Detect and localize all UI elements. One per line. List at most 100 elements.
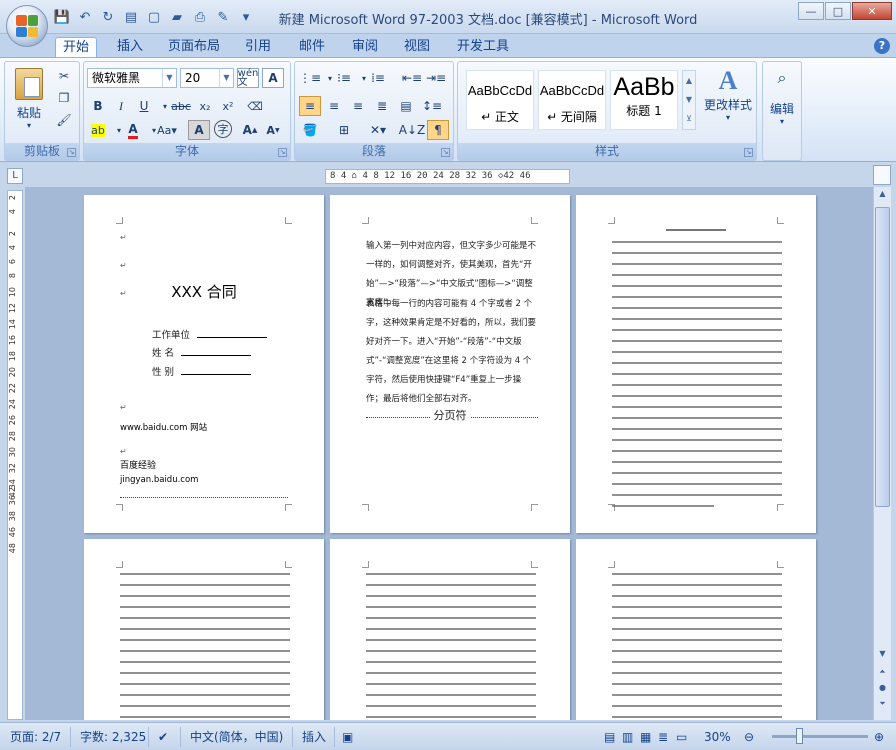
subscript-icon[interactable]: x₂: [194, 96, 216, 116]
restore-button[interactable]: □: [825, 2, 851, 20]
style-normal[interactable]: AaBbCcDd ↵ 正文: [466, 70, 534, 130]
copy-icon[interactable]: ❐: [53, 88, 75, 108]
style-no-spacing[interactable]: AaBbCcDd ↵ 无间隔: [538, 70, 606, 130]
full-screen-reading-icon[interactable]: ▥: [622, 728, 633, 746]
scroll-up-icon[interactable]: ▲: [875, 189, 890, 205]
scroll-down-icon[interactable]: ▼: [875, 649, 890, 665]
editing-button[interactable]: ⌕ 编辑 ▾: [765, 66, 799, 126]
field-work-unit: 工作单位: [152, 329, 268, 343]
office-button[interactable]: [6, 5, 48, 47]
page-2[interactable]: 输入第一列中对应内容，但文字多少可能是不一样的，如何调整对齐，使其美观，首先“开…: [330, 195, 570, 533]
document-workspace[interactable]: ↵ ↵ ↵ XXX 合同 工作单位 姓 名 性 别 ↵ www.baidu.com …: [25, 187, 873, 720]
align-center-icon[interactable]: ≡: [323, 96, 345, 116]
paste-button[interactable]: 粘贴 ▾: [11, 66, 47, 136]
character-shading-icon[interactable]: A: [188, 120, 210, 140]
font-launcher-icon[interactable]: ↘: [278, 148, 287, 157]
bold-icon[interactable]: B: [87, 96, 109, 116]
tab-home[interactable]: 开始: [55, 37, 97, 58]
sort-icon[interactable]: A↓Z: [399, 120, 425, 140]
grow-font-icon[interactable]: A ▲: [239, 120, 261, 140]
justify-icon[interactable]: ≣: [371, 96, 393, 116]
vertical-ruler[interactable]: 2 4 2 4 6 8 10 12 14 16 18 20 22 24 26 2…: [7, 190, 23, 720]
insert-mode[interactable]: 插入: [302, 728, 326, 746]
style-normal-name: ↵ 正文: [481, 110, 519, 124]
zoom-in-icon[interactable]: ⊕: [874, 728, 884, 746]
strikethrough-icon[interactable]: abc: [170, 96, 192, 116]
italic-icon[interactable]: I: [110, 96, 132, 116]
font-size-combo[interactable]: 20 ▼: [180, 68, 234, 88]
styles-group: AaBbCcDd ↵ 正文 AaBbCcDd ↵ 无间隔 AaBb 标题 1 ▲…: [457, 61, 757, 161]
zoom-slider[interactable]: [772, 735, 868, 738]
underline-icon[interactable]: U: [133, 96, 155, 116]
tab-developer[interactable]: 开发工具: [450, 37, 516, 58]
align-left-icon[interactable]: ≡: [299, 96, 321, 116]
previous-page-icon[interactable]: ⏶: [875, 667, 890, 683]
minimize-button[interactable]: —: [798, 2, 824, 20]
web-layout-icon[interactable]: ▦: [640, 728, 651, 746]
view-ruler-icon[interactable]: [873, 165, 891, 185]
style-heading-1[interactable]: AaBb 标题 1: [610, 70, 678, 130]
styles-scroll[interactable]: ▲ ▼ ⊻: [682, 70, 696, 130]
print-layout-icon[interactable]: ▤: [604, 728, 615, 746]
borders-icon[interactable]: ⊞: [333, 120, 355, 140]
paragraph-launcher-icon[interactable]: ↘: [441, 148, 450, 157]
page-4[interactable]: [84, 539, 324, 720]
enclose-characters-icon[interactable]: 字: [214, 120, 232, 138]
outline-icon[interactable]: ≣: [658, 728, 668, 746]
shading-icon[interactable]: 🪣: [299, 120, 321, 140]
horizontal-ruler[interactable]: 8 4 ⌂ 4 8 12 16 20 24 28 32 36 ◇42 46: [325, 169, 570, 184]
word-count[interactable]: 字数: 2,325: [80, 728, 146, 746]
numbering-icon[interactable]: ⁝≡: [333, 68, 355, 88]
format-painter-brush-icon[interactable]: 🖌: [53, 110, 75, 130]
styles-launcher-icon[interactable]: ↘: [744, 148, 753, 157]
tab-review[interactable]: 审阅: [345, 37, 385, 58]
close-button[interactable]: ✕: [852, 2, 892, 20]
tab-references[interactable]: 引用: [238, 37, 278, 58]
show-marks-icon[interactable]: ¶: [427, 120, 449, 140]
tab-view[interactable]: 视图: [397, 37, 437, 58]
distributed-icon[interactable]: ▤: [395, 96, 417, 116]
tab-selector-icon[interactable]: L: [7, 168, 23, 184]
shrink-font-icon[interactable]: A ▼: [262, 120, 284, 140]
zoom-level[interactable]: 30%: [704, 728, 731, 746]
draft-icon[interactable]: ▭: [676, 728, 687, 746]
tab-insert[interactable]: 插入: [110, 37, 150, 58]
zoom-out-icon[interactable]: ⊖: [744, 728, 754, 746]
decrease-indent-icon[interactable]: ⇤≡: [401, 68, 423, 88]
vertical-scrollbar[interactable]: ▲ ▼ ⏶ ● ⏷: [873, 187, 891, 720]
tab-mailings[interactable]: 邮件: [292, 37, 332, 58]
scroll-thumb[interactable]: [875, 207, 890, 507]
page-count[interactable]: 页面: 2/7: [10, 728, 61, 746]
font-color-icon[interactable]: A: [122, 120, 144, 140]
bullets-icon[interactable]: ⋮≡: [299, 68, 321, 88]
increase-indent-icon[interactable]: ⇥≡: [425, 68, 447, 88]
multilevel-list-icon[interactable]: ⁞≡: [367, 68, 389, 88]
macro-record-icon[interactable]: ▣: [342, 728, 353, 746]
window-title: 新建 Microsoft Word 97-2003 文档.doc [兼容模式] …: [278, 13, 698, 28]
font-name-combo[interactable]: 微软雅黑 ▼: [87, 68, 177, 88]
change-styles-button[interactable]: A 更改样式 ▾: [702, 66, 754, 122]
page-1[interactable]: ↵ ↵ ↵ XXX 合同 工作单位 姓 名 性 别 ↵ www.baidu.com …: [84, 195, 324, 533]
tab-page-layout[interactable]: 页面布局: [162, 37, 226, 58]
character-border-icon[interactable]: A: [262, 68, 284, 88]
page-5[interactable]: [330, 539, 570, 720]
select-browse-object-icon[interactable]: ●: [875, 683, 890, 699]
clipboard-launcher-icon[interactable]: ↘: [67, 148, 76, 157]
change-case-icon[interactable]: Aa▾: [156, 120, 178, 140]
contract-title: XXX 合同: [171, 283, 237, 301]
chinese-layout-icon[interactable]: ✕▾: [367, 120, 389, 140]
line-spacing-icon[interactable]: ↕≡: [421, 96, 443, 116]
align-right-icon[interactable]: ≡: [347, 96, 369, 116]
cut-icon[interactable]: ✂: [53, 66, 75, 86]
proofing-icon[interactable]: ✔: [158, 728, 168, 746]
help-icon[interactable]: ?: [874, 38, 890, 54]
next-page-icon[interactable]: ⏷: [875, 699, 890, 715]
highlight-icon[interactable]: ab: [87, 120, 109, 140]
language-status[interactable]: 中文(简体，中国): [190, 728, 283, 746]
page-6[interactable]: [576, 539, 816, 720]
superscript-icon[interactable]: x²: [217, 96, 239, 116]
page-3[interactable]: [576, 195, 816, 533]
clear-formatting-icon[interactable]: ⌫: [244, 96, 266, 116]
zoom-slider-knob[interactable]: [796, 728, 803, 744]
phonetic-guide-icon[interactable]: wén 文: [237, 68, 259, 88]
